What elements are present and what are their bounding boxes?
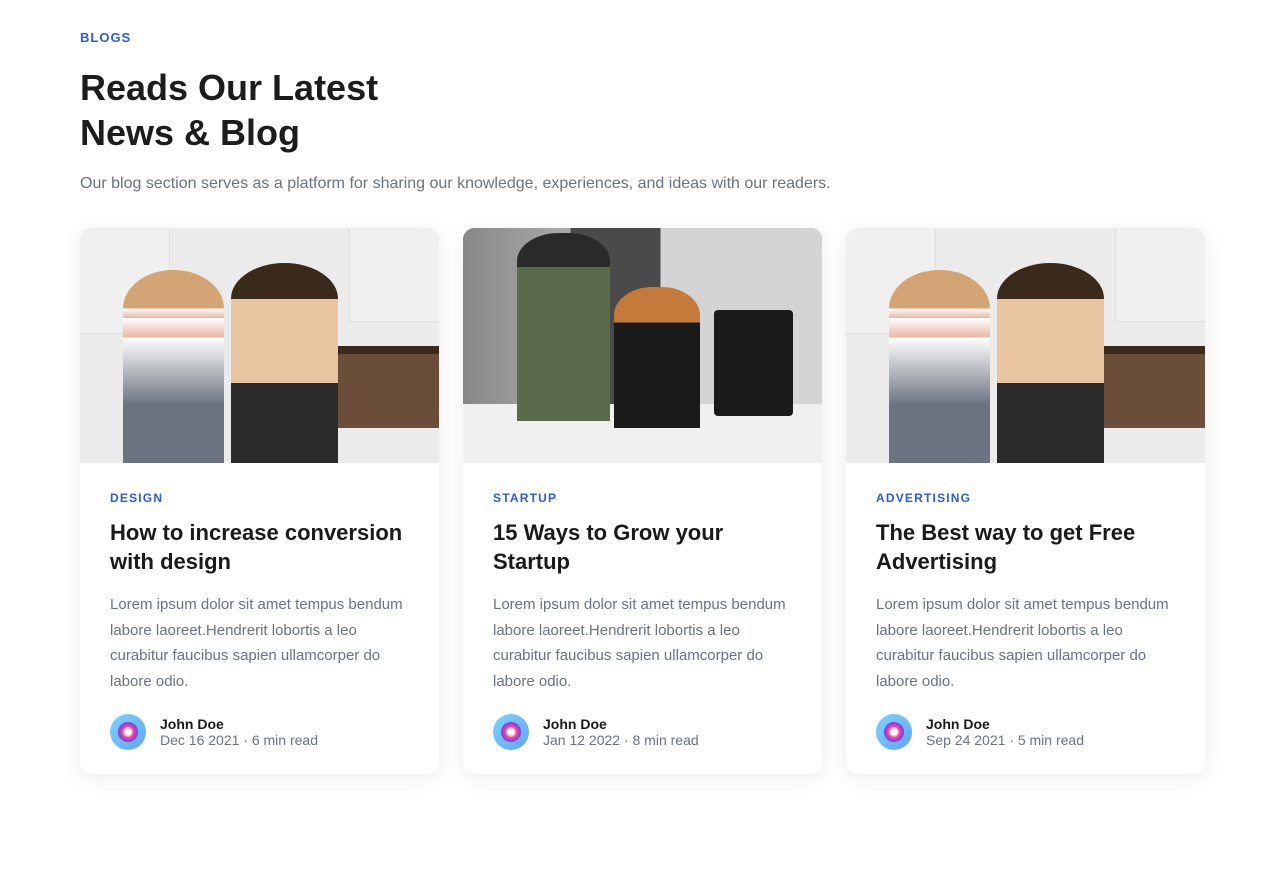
author-avatar[interactable] (493, 714, 529, 750)
card-body: ADVERTISING The Best way to get Free Adv… (846, 463, 1205, 774)
card-body: STARTUP 15 Ways to Grow your Startup Lor… (463, 463, 822, 774)
card-description: Lorem ipsum dolor sit amet tempus bendum… (110, 592, 409, 694)
title-line-1: Reads Our Latest (80, 67, 378, 108)
card-category[interactable]: STARTUP (493, 491, 792, 505)
author-meta: Sep 24 2021 · 5 min read (926, 732, 1084, 748)
author-meta: Dec 16 2021 · 6 min read (160, 732, 318, 748)
card-title[interactable]: How to increase conversion with design (110, 519, 409, 576)
blog-cards-container: DESIGN How to increase conversion with d… (80, 228, 1205, 774)
card-title[interactable]: The Best way to get Free Advertising (876, 519, 1175, 576)
card-description: Lorem ipsum dolor sit amet tempus bendum… (493, 592, 792, 694)
blog-card[interactable]: ADVERTISING The Best way to get Free Adv… (846, 228, 1205, 774)
card-title[interactable]: 15 Ways to Grow your Startup (493, 519, 792, 576)
card-description: Lorem ipsum dolor sit amet tempus bendum… (876, 592, 1175, 694)
card-footer: John Doe Jan 12 2022 · 8 min read (493, 714, 792, 750)
author-name[interactable]: John Doe (926, 716, 1084, 732)
card-category[interactable]: DESIGN (110, 491, 409, 505)
section-subtitle: Our blog section serves as a platform fo… (80, 175, 1205, 193)
page-title: Reads Our Latest News & Blog (80, 65, 1205, 155)
blog-card[interactable]: STARTUP 15 Ways to Grow your Startup Lor… (463, 228, 822, 774)
card-body: DESIGN How to increase conversion with d… (80, 463, 439, 774)
author-info: John Doe Jan 12 2022 · 8 min read (543, 716, 699, 748)
card-image (463, 228, 822, 463)
blog-card[interactable]: DESIGN How to increase conversion with d… (80, 228, 439, 774)
title-line-2: News & Blog (80, 112, 300, 153)
card-image (80, 228, 439, 463)
card-image (846, 228, 1205, 463)
blog-section: BLOGS Reads Our Latest News & Blog Our b… (80, 30, 1205, 774)
card-footer: John Doe Sep 24 2021 · 5 min read (876, 714, 1175, 750)
author-avatar[interactable] (876, 714, 912, 750)
author-info: John Doe Dec 16 2021 · 6 min read (160, 716, 318, 748)
author-name[interactable]: John Doe (160, 716, 318, 732)
author-name[interactable]: John Doe (543, 716, 699, 732)
card-category[interactable]: ADVERTISING (876, 491, 1175, 505)
author-avatar[interactable] (110, 714, 146, 750)
author-meta: Jan 12 2022 · 8 min read (543, 732, 699, 748)
card-footer: John Doe Dec 16 2021 · 6 min read (110, 714, 409, 750)
author-info: John Doe Sep 24 2021 · 5 min read (926, 716, 1084, 748)
section-label: BLOGS (80, 30, 1205, 45)
